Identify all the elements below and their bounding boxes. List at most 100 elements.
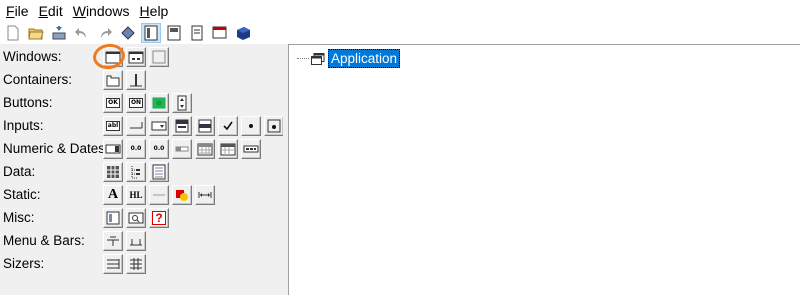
- palette-row-numeric-dates: Numeric & Dates: 0.0 0.0: [0, 138, 283, 161]
- palette-label-inputs: Inputs:: [3, 118, 44, 133]
- radio-box-button[interactable]: [264, 116, 284, 136]
- palette-label-containers: Containers:: [3, 72, 73, 87]
- combo-box-button[interactable]: [126, 116, 146, 136]
- spacer-button[interactable]: [195, 185, 215, 205]
- calendar-ctrl-button[interactable]: [195, 139, 215, 159]
- splitter-window-button[interactable]: [126, 70, 146, 90]
- list-ctrl-button[interactable]: [149, 162, 169, 182]
- undo-button[interactable]: [72, 23, 92, 43]
- notebook-button[interactable]: [103, 70, 123, 90]
- choice-icon: [151, 121, 167, 131]
- date-picker-icon: [220, 143, 236, 156]
- palette-row-buttons: Buttons: OK ON: [0, 92, 283, 115]
- spin-button-icon: [177, 95, 187, 111]
- gauge-button[interactable]: [172, 139, 192, 159]
- palette-row-containers: Containers:: [0, 69, 283, 92]
- box-sizer-button[interactable]: [103, 254, 123, 274]
- grid-sizer-icon: [130, 258, 142, 270]
- custom-widget-icon: [106, 211, 120, 225]
- tree-node-application[interactable]: Application: [297, 49, 401, 68]
- preview-button[interactable]: [210, 23, 230, 43]
- slider-icon: 0.0: [153, 145, 165, 152]
- custom-widget-button[interactable]: [103, 208, 123, 228]
- spin-ctrl-double-button[interactable]: 0.0: [126, 139, 146, 159]
- text-ctrl-icon: abl: [105, 121, 121, 131]
- open-button[interactable]: [26, 23, 46, 43]
- static-bitmap-icon: [176, 190, 188, 201]
- help-button-widget-button[interactable]: ?: [149, 208, 169, 228]
- check-list-box-button[interactable]: [195, 116, 215, 136]
- slider-button[interactable]: 0.0: [149, 139, 169, 159]
- layout-view-button[interactable]: [141, 23, 161, 43]
- redo-button[interactable]: [95, 23, 115, 43]
- spin-button-widget-button[interactable]: [172, 93, 192, 113]
- tree-ctrl-button[interactable]: [126, 162, 146, 182]
- new-file-button[interactable]: [3, 23, 23, 43]
- check-box-button[interactable]: [218, 116, 238, 136]
- menu-file[interactable]: File: [2, 0, 35, 22]
- palette-label-windows: Windows:: [3, 49, 62, 64]
- text-ctrl-button[interactable]: abl: [103, 116, 123, 136]
- hyperlink-icon: HL: [129, 190, 143, 200]
- hyperlink-button[interactable]: HL: [126, 185, 146, 205]
- properties-icon: [191, 25, 203, 41]
- tool-bar-button[interactable]: [126, 231, 146, 251]
- design-view-button[interactable]: [164, 23, 184, 43]
- frame-icon: [105, 51, 121, 64]
- search-ctrl-icon: [128, 212, 144, 224]
- frame-button[interactable]: [103, 47, 123, 67]
- menu-edit[interactable]: Edit: [35, 0, 69, 22]
- time-picker-button[interactable]: [241, 139, 261, 159]
- check-list-box-icon: [198, 119, 212, 133]
- toggle-button-icon: ON: [128, 98, 144, 108]
- check-box-icon: [223, 121, 233, 131]
- static-bitmap-button[interactable]: [172, 185, 192, 205]
- grid-icon: [107, 166, 119, 178]
- list-ctrl-icon: [152, 164, 166, 180]
- panel-icon: [152, 50, 166, 64]
- manual-button[interactable]: [233, 23, 253, 43]
- menu-windows[interactable]: Windows: [69, 0, 136, 22]
- grid-sizer-button[interactable]: [126, 254, 146, 274]
- list-box-button[interactable]: [172, 116, 192, 136]
- button-widget-button[interactable]: OK: [103, 93, 123, 113]
- radio-button-widget-button[interactable]: [241, 116, 261, 136]
- layout-view-icon: [144, 25, 158, 41]
- menu-bar-button[interactable]: [103, 231, 123, 251]
- help-button-icon: ?: [152, 211, 166, 225]
- dialog-button[interactable]: [126, 47, 146, 67]
- bitmap-button-widget-button[interactable]: [149, 93, 169, 113]
- grid-button[interactable]: [103, 162, 123, 182]
- palette-label-sizers: Sizers:: [3, 256, 45, 271]
- properties-button[interactable]: [187, 23, 207, 43]
- tree-ctrl-icon: [131, 166, 140, 179]
- palette-row-static: Static: A HL: [0, 184, 283, 207]
- radio-box-icon: [267, 119, 281, 133]
- palette-row-windows: Windows:: [0, 46, 283, 69]
- static-text-button[interactable]: A: [103, 185, 123, 205]
- combo-box-icon: [130, 122, 143, 129]
- calendar-ctrl-icon: [197, 143, 213, 156]
- open-folder-icon: [28, 28, 44, 40]
- toggle-button-widget-button[interactable]: ON: [126, 93, 146, 113]
- choice-button[interactable]: [149, 116, 169, 136]
- spacer-icon: [198, 192, 212, 198]
- search-ctrl-button[interactable]: [126, 208, 146, 228]
- date-picker-button[interactable]: [218, 139, 238, 159]
- bitmap-button-icon: [152, 97, 166, 109]
- palette-row-menu-bars: Menu & Bars:: [0, 230, 283, 253]
- palette-row-misc: Misc: ?: [0, 207, 283, 230]
- save-button[interactable]: [49, 23, 69, 43]
- manual-icon: [237, 27, 250, 40]
- static-line-button[interactable]: [149, 185, 169, 205]
- panel-button[interactable]: [149, 47, 169, 67]
- design-view-icon: [167, 25, 181, 41]
- palette-label-buttons: Buttons:: [3, 95, 53, 110]
- generate-code-button[interactable]: [118, 23, 138, 43]
- application-icon: [311, 52, 325, 65]
- menu-help[interactable]: Help: [136, 0, 175, 22]
- spin-ctrl-button[interactable]: [103, 139, 123, 159]
- button-icon: OK: [106, 98, 120, 108]
- tree-connector: [297, 58, 309, 59]
- palette-row-inputs: Inputs: abl: [0, 115, 284, 138]
